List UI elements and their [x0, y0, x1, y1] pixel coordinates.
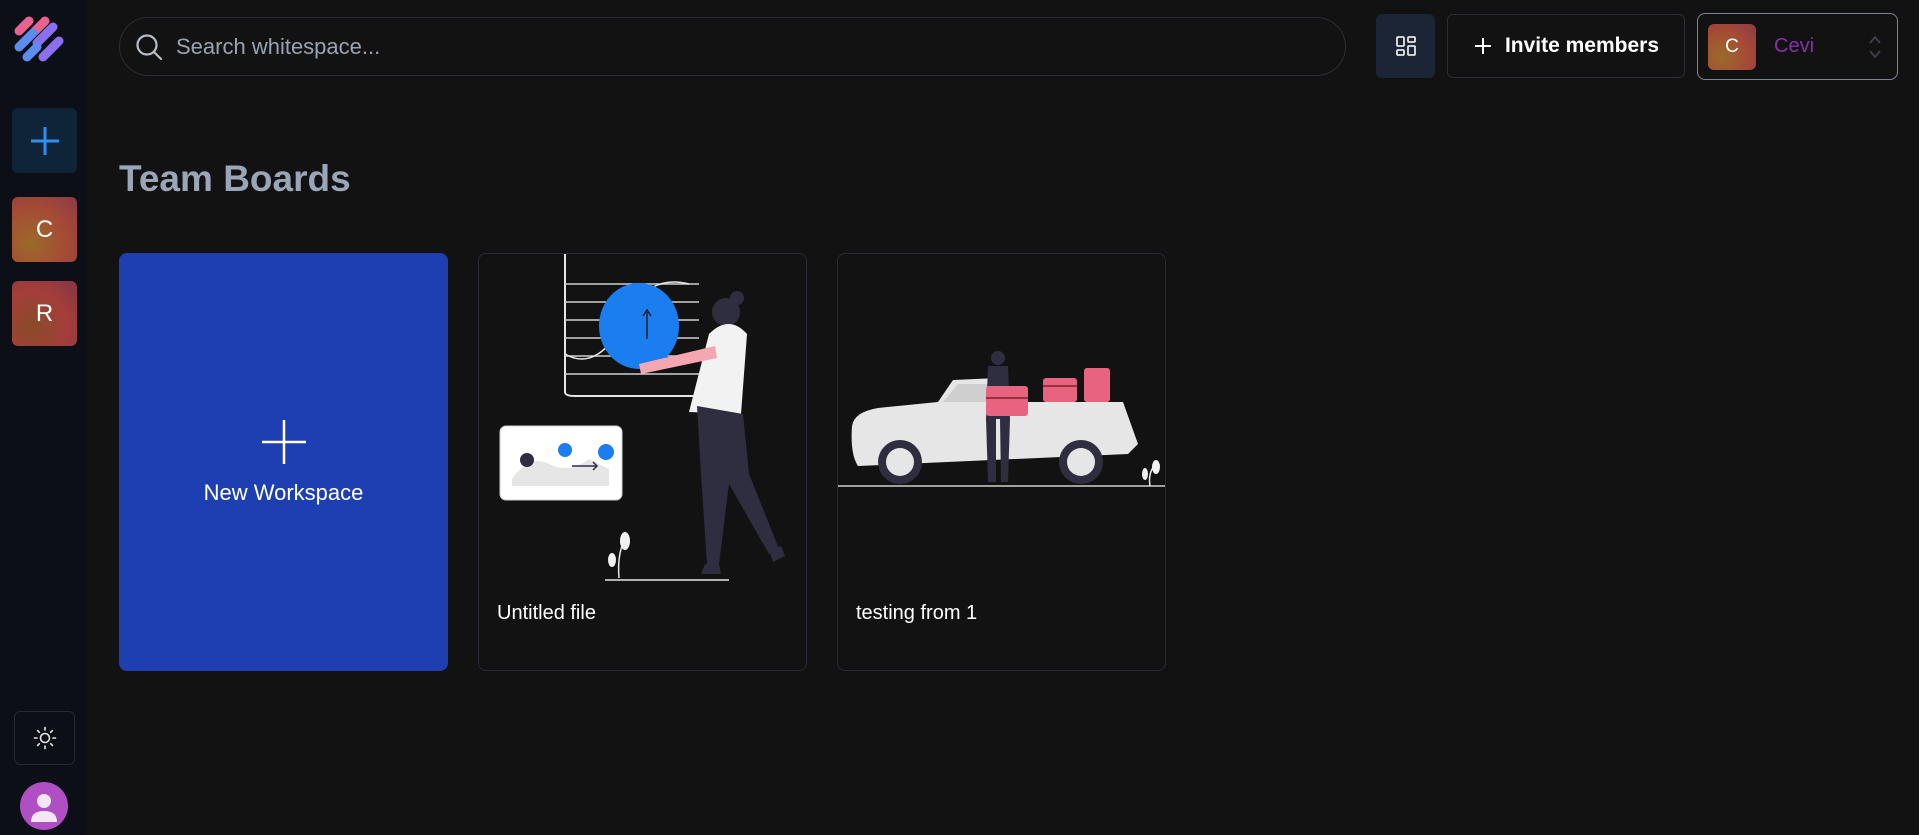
board-card[interactable]: Untitled file: [478, 253, 807, 671]
workspace-selector-name: Cevi: [1774, 35, 1815, 57]
invite-members-button[interactable]: Invite members: [1447, 14, 1685, 78]
theme-toggle-button[interactable]: [14, 711, 75, 765]
sun-icon: [33, 726, 56, 750]
page-title: Team Boards: [119, 158, 351, 199]
add-workspace-button[interactable]: [12, 108, 77, 173]
workspace-avatar-r[interactable]: R: [12, 281, 77, 346]
plus-icon: [261, 420, 306, 464]
invite-members-label: Invite members: [1504, 34, 1660, 57]
board-name: testing from 1: [856, 602, 978, 624]
board-thumbnail: [499, 254, 785, 581]
workspace-avatar-c[interactable]: C: [12, 197, 77, 262]
plus-icon: [1474, 38, 1491, 54]
workspace-selector[interactable]: C Cevi: [1697, 13, 1898, 80]
chevron-up-down-icon: [1869, 34, 1881, 59]
plus-icon: [30, 126, 59, 155]
new-workspace-card[interactable]: New Workspace: [119, 253, 448, 671]
user-icon: [31, 794, 57, 822]
new-workspace-label: New Workspace: [203, 480, 364, 505]
app-logo[interactable]: [13, 13, 65, 65]
search-icon: [136, 33, 163, 60]
board-thumbnail: [838, 351, 1165, 487]
search-input[interactable]: [176, 33, 1276, 60]
user-avatar[interactable]: [20, 782, 68, 830]
board-card[interactable]: testing from 1: [837, 253, 1166, 671]
sidebar: C R: [0, 0, 87, 835]
board-name: Untitled file: [497, 602, 596, 624]
search-bar[interactable]: [119, 17, 1346, 76]
grid-icon: [1395, 36, 1416, 56]
view-toggle-button[interactable]: [1376, 14, 1435, 78]
workspace-selector-avatar: C: [1708, 23, 1756, 70]
